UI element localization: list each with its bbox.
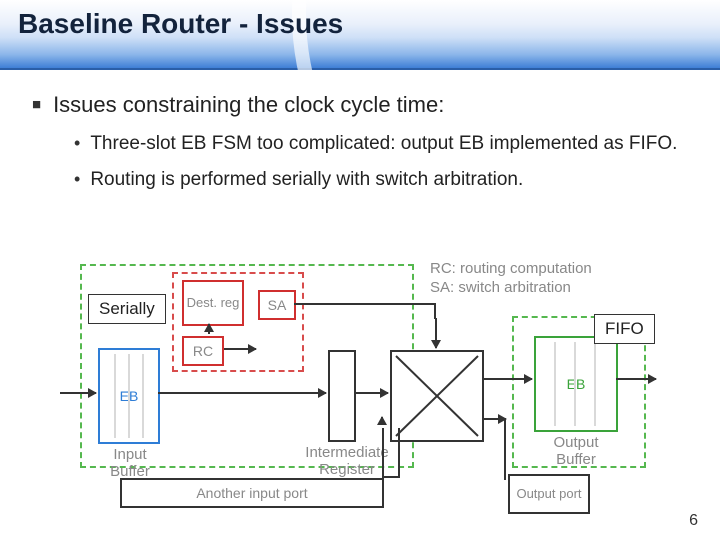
bullet-sub-2: Routing is performed serially with switc… — [74, 168, 686, 192]
connector-line — [434, 303, 436, 319]
connector-line — [294, 303, 434, 305]
sa-label: SA — [268, 297, 287, 313]
arrow-icon — [482, 378, 532, 380]
body-text: Issues constraining the clock cycle time… — [26, 92, 686, 204]
arrow-icon — [381, 417, 383, 425]
callout-serially: Serially — [88, 294, 166, 324]
input-buffer-label: Input Buffer — [98, 446, 162, 480]
rc-label: RC — [193, 343, 213, 359]
arrow-icon — [354, 392, 388, 394]
router-diagram: RC: routing computation SA: switch arbit… — [60, 258, 660, 518]
legend: RC: routing computation SA: switch arbit… — [430, 260, 592, 298]
connector-line — [504, 418, 506, 480]
connector-line — [382, 428, 384, 478]
legend-sa: SA: switch arbitration — [430, 279, 592, 298]
output-port-box: Output port — [508, 474, 590, 514]
callout-serially-text: Serially — [99, 299, 155, 318]
dest-reg-label: Dest. reg — [187, 296, 240, 310]
arrow-icon — [482, 418, 506, 420]
output-port-label: Output port — [516, 487, 581, 501]
bullet-sub-1: Three-slot EB FSM too complicated: outpu… — [74, 132, 686, 156]
output-eb-box: EB — [534, 336, 618, 432]
intermediate-label: Intermediate Register — [292, 444, 402, 478]
arrow-icon — [158, 392, 326, 394]
connector-line — [398, 428, 400, 478]
arrow-icon — [224, 348, 256, 350]
intermediate-register-box — [328, 350, 356, 442]
arrow-icon — [616, 378, 656, 380]
dest-reg-box: Dest. reg — [182, 280, 244, 326]
bullet-main: Issues constraining the clock cycle time… — [32, 92, 686, 118]
sa-box: SA — [258, 290, 296, 320]
slide: Baseline Router - Issues Issues constrai… — [0, 0, 720, 540]
callout-fifo-text: FIFO — [605, 319, 644, 338]
input-eb-box: EB — [98, 348, 160, 444]
arrow-down-icon — [435, 318, 437, 348]
crossbar-icon — [392, 352, 482, 440]
arrow-up-icon — [208, 324, 210, 334]
callout-fifo: FIFO — [594, 314, 655, 344]
crossbar-switch — [390, 350, 484, 442]
slide-title: Baseline Router - Issues — [18, 8, 343, 40]
output-buffer-label: Output Buffer — [534, 434, 618, 468]
arrow-icon — [60, 392, 96, 394]
rc-box: RC — [182, 336, 224, 366]
another-input-port-label: Another input port — [196, 485, 307, 501]
legend-rc: RC: routing computation — [430, 260, 592, 279]
page-number: 6 — [689, 512, 698, 530]
another-input-port-box: Another input port — [120, 478, 384, 508]
output-eb-label: EB — [567, 376, 586, 392]
